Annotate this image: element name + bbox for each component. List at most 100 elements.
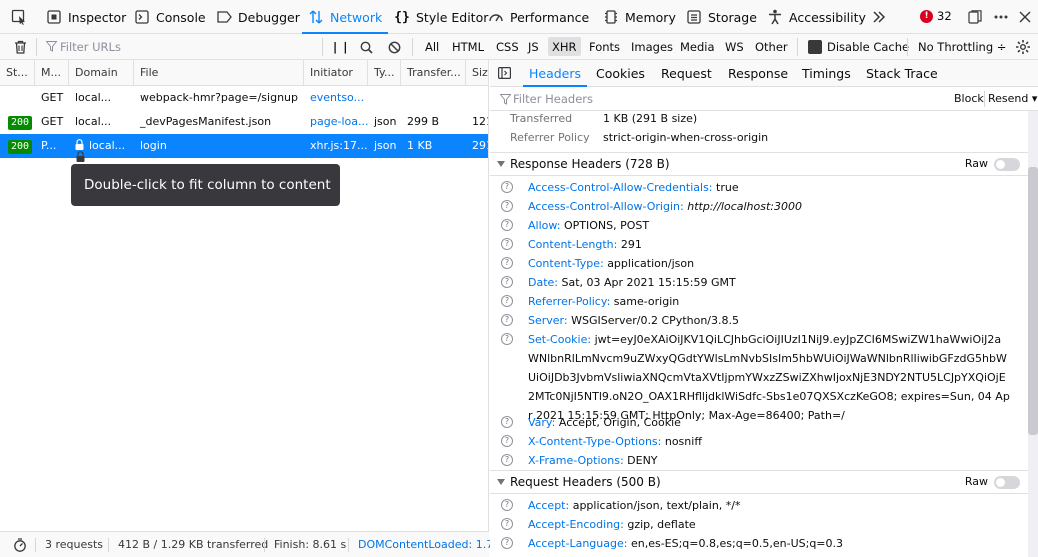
help-icon[interactable]: ? <box>501 454 513 466</box>
header-row[interactable]: ? Accept-Encoding: gzip, deflate <box>490 515 1028 534</box>
initiator-link[interactable]: xhr.js:17... <box>304 134 368 158</box>
header-row[interactable]: ? Access-Control-Allow-Credentials: true <box>490 178 1028 197</box>
header-row[interactable]: ? X-Content-Type-Options: nosniff <box>490 432 1028 451</box>
header-row[interactable]: ? Content-Type: application/json <box>490 254 1028 273</box>
block-urls-icon[interactable] <box>381 30 407 64</box>
header-row[interactable]: ? Date: Sat, 03 Apr 2021 15:15:59 GMT <box>490 273 1028 292</box>
header-row[interactable]: ? Server: WSGIServer/0.2 CPython/3.8.5 <box>490 311 1028 330</box>
options-menu-icon[interactable] <box>988 0 1014 34</box>
more-tools-chevron-icon[interactable] <box>866 0 892 34</box>
tab-console[interactable]: Console <box>134 0 206 34</box>
tab-performance[interactable]: Performance <box>488 0 589 34</box>
details-scrollbar-thumb[interactable] <box>1028 167 1038 435</box>
tab-network[interactable]: Network <box>301 0 389 34</box>
throttling-select[interactable]: No Throttling ÷ <box>918 34 1006 59</box>
inspector-icon <box>46 9 62 25</box>
column-type[interactable]: Ty... <box>368 60 401 86</box>
pause-label: | | <box>333 39 349 54</box>
column-status[interactable]: St... <box>0 60 35 86</box>
header-row[interactable]: ? Accept-Language: en,es-ES;q=0.8,es;q=0.… <box>490 534 1028 553</box>
tab-inspector[interactable]: Inspector <box>46 0 126 34</box>
filter-js[interactable]: JS <box>528 34 539 59</box>
tab-stack-trace[interactable]: Stack Trace <box>866 60 938 87</box>
filter-fonts[interactable]: Fonts <box>589 34 620 59</box>
tab-style-editor[interactable]: {} Style Editor <box>394 0 488 34</box>
help-icon[interactable]: ? <box>501 499 513 511</box>
help-icon[interactable]: ? <box>501 257 513 269</box>
filter-headers-input[interactable] <box>494 90 894 108</box>
help-icon[interactable]: ? <box>501 276 513 288</box>
header-row[interactable]: ? Set-Cookie: jwt=eyJ0eXAiOiJKV1QiLCJhbGc… <box>490 330 1028 422</box>
tab-cookies[interactable]: Cookies <box>596 60 645 87</box>
header-row[interactable]: ? Referrer-Policy: same-origin <box>490 292 1028 311</box>
header-row[interactable]: ? Vary: Accept, Origin, Cookie <box>490 413 1028 432</box>
filter-other[interactable]: Other <box>755 34 788 59</box>
finish-time: Finish: 8.61 s <box>274 538 347 551</box>
disable-cache-checkbox[interactable]: Disable Cache <box>808 34 909 59</box>
resend-button[interactable]: Resend ▾ <box>988 87 1037 111</box>
header-content: Set-Cookie: jwt=eyJ0eXAiOiJKV1QiLCJhbGci… <box>528 330 1010 425</box>
column-file[interactable]: File <box>134 60 304 86</box>
domain-cell: local... <box>75 115 112 128</box>
tab-response[interactable]: Response <box>728 60 788 87</box>
column-transferred[interactable]: Transfer... <box>401 60 466 86</box>
header-row[interactable]: ? Access-Control-Allow-Origin: http://loc… <box>490 197 1028 216</box>
filter-urls-input[interactable] <box>40 37 310 56</box>
dock-side-icon[interactable] <box>962 0 988 34</box>
pause-button[interactable]: | | <box>333 34 348 59</box>
filter-media[interactable]: Media <box>680 34 715 59</box>
close-icon[interactable] <box>1012 0 1038 34</box>
raw-toggle[interactable] <box>994 476 1020 489</box>
filter-css[interactable]: CSS <box>496 34 519 59</box>
element-picker-icon[interactable] <box>6 0 32 34</box>
header-row[interactable]: ? Content-Length: 291 <box>490 235 1028 254</box>
help-icon[interactable]: ? <box>501 200 513 212</box>
header-row[interactable]: ? Allow: OPTIONS, POST <box>490 216 1028 235</box>
header-row[interactable]: ? X-Frame-Options: DENY <box>490 451 1028 470</box>
raw-toggle[interactable] <box>994 158 1020 171</box>
search-icon[interactable] <box>353 30 379 64</box>
column-domain[interactable]: Domain <box>69 60 134 86</box>
help-icon[interactable]: ? <box>501 181 513 193</box>
column-method[interactable]: M... <box>35 60 69 86</box>
help-icon[interactable]: ? <box>501 314 513 326</box>
help-icon[interactable]: ? <box>501 435 513 447</box>
request-headers-section[interactable]: Request Headers (500 B) Raw <box>490 470 1028 494</box>
error-count-badge[interactable]: ! 32 <box>920 9 952 23</box>
filter-all[interactable]: All <box>425 34 439 59</box>
tab-accessibility[interactable]: Accessibility <box>767 0 866 34</box>
initiator-link[interactable]: page-loa... <box>304 110 368 134</box>
clear-trash-icon[interactable] <box>7 30 33 64</box>
tab-request[interactable]: Request <box>661 60 712 87</box>
help-icon[interactable]: ? <box>501 416 513 428</box>
table-row[interactable]: 200 GET local... _devPagesManifest.json … <box>0 110 488 134</box>
toggle-sidebar-icon[interactable] <box>498 67 512 82</box>
tab-timings[interactable]: Timings <box>802 60 851 87</box>
gear-icon[interactable] <box>1010 30 1036 64</box>
help-icon[interactable]: ? <box>501 238 513 250</box>
performance-analysis-icon[interactable] <box>13 538 27 555</box>
filter-images[interactable]: Images <box>631 34 673 59</box>
filter-html[interactable]: HTML <box>452 34 484 59</box>
initiator-link[interactable]: eventso... <box>304 86 368 110</box>
header-row[interactable]: ? Accept: application/json, text/plain, *… <box>490 496 1028 515</box>
tab-storage[interactable]: Storage <box>686 0 757 34</box>
help-icon[interactable]: ? <box>501 518 513 530</box>
filter-xhr[interactable]: XHR <box>548 37 581 56</box>
table-row[interactable]: GET local... webpack-hmr?page=/signup ev… <box>0 86 488 110</box>
help-icon[interactable]: ? <box>501 537 513 549</box>
tab-headers[interactable]: Headers <box>522 60 588 87</box>
block-button[interactable]: Block <box>954 87 984 111</box>
filter-ws[interactable]: WS <box>725 34 744 59</box>
tab-debugger[interactable]: Debugger <box>216 0 300 34</box>
response-headers-section[interactable]: Response Headers (728 B) Raw <box>490 152 1028 176</box>
table-row-selected[interactable]: 200 P... local... login xhr.js:17... jso… <box>0 134 488 158</box>
column-size[interactable]: Siz <box>466 60 488 86</box>
help-icon[interactable]: ? <box>501 295 513 307</box>
column-initiator[interactable]: Initiator <box>304 60 368 86</box>
tab-memory[interactable]: Memory <box>603 0 676 34</box>
file-cell: webpack-hmr?page=/signup <box>140 91 298 104</box>
help-icon[interactable]: ? <box>501 333 513 345</box>
help-icon[interactable]: ? <box>501 219 513 231</box>
filter-all-label: All <box>425 39 440 54</box>
